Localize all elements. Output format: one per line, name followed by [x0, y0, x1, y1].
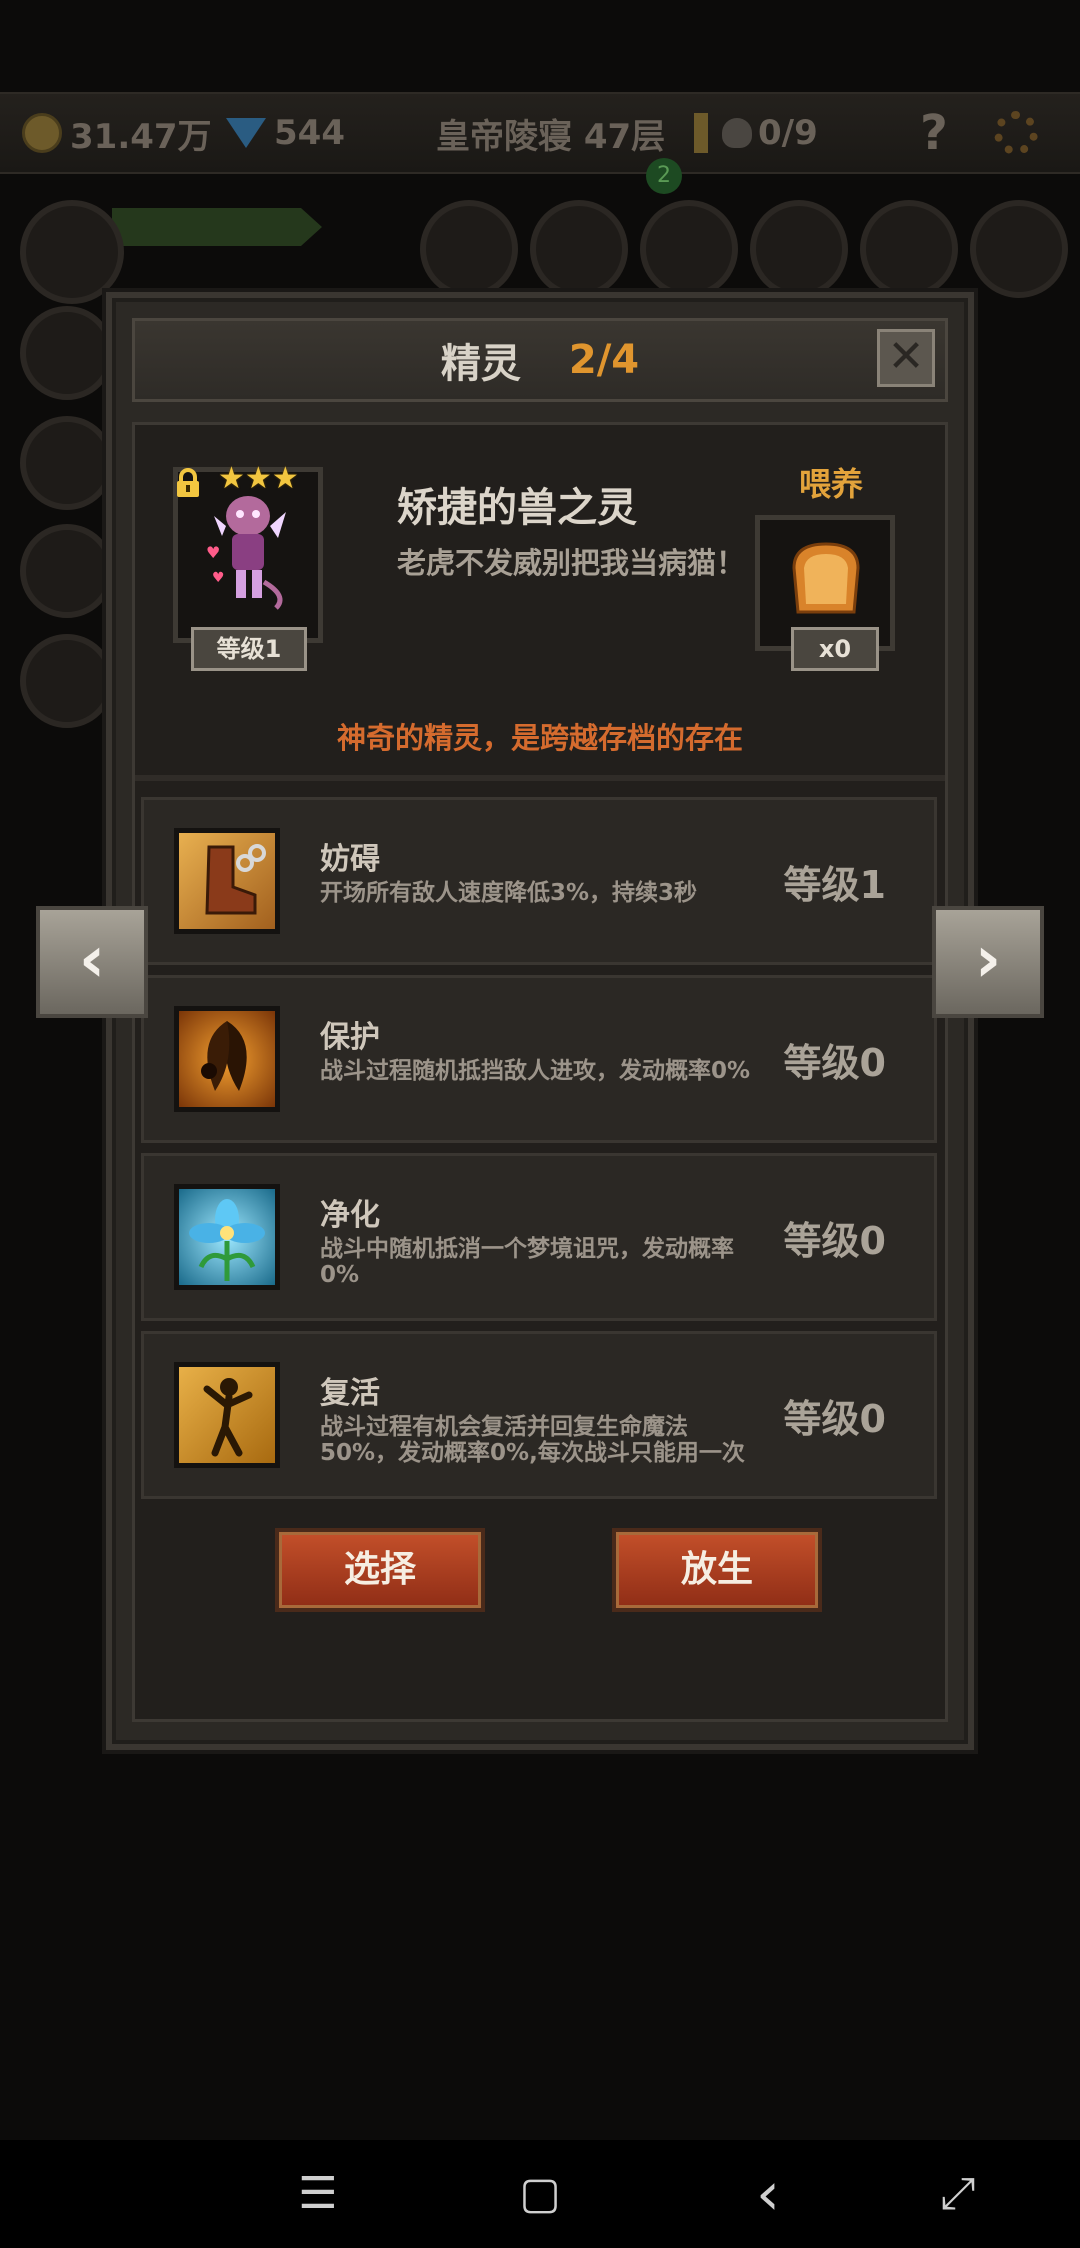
tiger-spirit-icon: ♥ ♥ [206, 496, 286, 610]
prev-spirit-button[interactable]: ‹ [36, 906, 148, 1018]
gold-display: 31.47万 [22, 94, 212, 172]
chain-boot-icon [174, 828, 280, 934]
close-icon: ✕ [887, 331, 925, 382]
back-button[interactable]: ‹ [740, 2164, 796, 2224]
spirit-name: 矫捷的兽之灵 [397, 485, 637, 531]
location-text: 皇帝陵寝 47层 [436, 116, 666, 157]
hero-portrait-2 [20, 306, 114, 400]
star-icon: ★ [244, 461, 272, 496]
settings-gear-icon[interactable] [994, 94, 1038, 172]
skill-row-purify[interactable]: 净化 战斗中随机抵消一个梦境诅咒，发动概率0% 等级0 [141, 1153, 937, 1321]
gem-icon [226, 118, 266, 148]
star-icon: ★ [218, 461, 245, 496]
spirit-count: 2/4 [568, 337, 640, 383]
gem-amount: 544 [274, 113, 345, 153]
fairy-shield-icon [174, 1006, 280, 1112]
skill-name: 妨碍 [320, 842, 380, 877]
home-button[interactable]: ▢ [512, 2166, 568, 2222]
skull-count: 0/9 [758, 113, 818, 153]
skill-level: 等级0 [783, 1219, 886, 1263]
skill-slot-5 [860, 200, 958, 298]
gold-amount: 31.47万 [70, 116, 212, 157]
skill-row-protect[interactable]: 保护 战斗过程随机抵挡敌人进攻，发动概率0% 等级0 [141, 975, 937, 1143]
skill-slot-1 [420, 200, 518, 298]
hero-portrait-4 [20, 524, 114, 618]
spirit-dialog: 精灵 2/4 ✕ ♥ ♥ ★ ★ ★ 等级1 矫捷的兽之灵 老虎不发威别把我当病… [106, 292, 974, 1750]
back-icon: ‹ [756, 2159, 780, 2229]
top-status-bar: 31.47万 544 皇帝陵寝 47层 0/9 ? [0, 92, 1080, 174]
skill-description: 战斗中随机抵消一个梦境诅咒，发动概率0% [320, 1236, 734, 1288]
skill-name: 净化 [320, 1198, 380, 1233]
bread-icon [792, 542, 860, 614]
hero-portrait-1 [20, 200, 124, 304]
skill-level: 等级0 [783, 1397, 886, 1441]
select-button[interactable]: 选择 [275, 1528, 485, 1612]
dialog-content: ♥ ♥ ★ ★ ★ 等级1 矫捷的兽之灵 老虎不发威别把我当病猫！ 喂养 x0 … [132, 422, 948, 1722]
dialog-title: 精灵 [440, 341, 521, 387]
gem-display: 544 [226, 94, 345, 172]
svg-text:♥: ♥ [206, 543, 220, 562]
key-icon [694, 113, 708, 153]
feed-label: 喂养 [799, 465, 864, 503]
expand-icon: ⤢ [940, 2168, 976, 2219]
spirit-description: 老虎不发威别把我当病猫！ [397, 546, 746, 580]
skill-description: 战斗过程随机抵挡敌人进攻，发动概率0% [320, 1058, 751, 1084]
skill-row-hinder[interactable]: 妨碍 开场所有敌人速度降低3%，持续3秒 等级1 [141, 797, 937, 965]
hero-portrait-3 [20, 416, 114, 510]
lock-icon [177, 468, 199, 497]
spirit-notice: 神奇的精灵，是跨越存档的存在 [336, 721, 743, 755]
dialog-title-bar: 精灵 2/4 ✕ [132, 318, 948, 402]
next-spirit-button[interactable]: › [932, 906, 1044, 1018]
skill-slot-3 [640, 200, 738, 298]
chevron-right-icon: › [974, 923, 1002, 997]
skill-name: 保护 [320, 1020, 380, 1055]
star-icon: ★ [271, 461, 299, 496]
release-button[interactable]: 放生 [612, 1528, 822, 1612]
skill-level: 等级1 [783, 863, 886, 907]
svg-text:♥: ♥ [212, 570, 225, 586]
menu-button[interactable]: ☰ [290, 2166, 346, 2222]
help-button[interactable]: ? [920, 94, 948, 172]
skill-slot-6 [970, 200, 1068, 298]
feed-item-count: x0 [791, 627, 879, 671]
help-icon: ? [920, 105, 948, 161]
health-bar [112, 208, 322, 246]
system-nav-bar: ☰ ▢ ‹ ⤢ [0, 2140, 1080, 2248]
section-divider [135, 775, 945, 781]
revive-figure-icon [174, 1362, 280, 1468]
hero-portrait-5 [20, 634, 114, 728]
menu-icon: ☰ [298, 2168, 338, 2219]
skill-name: 复活 [320, 1376, 380, 1411]
blue-flower-icon [174, 1184, 280, 1290]
close-button[interactable]: ✕ [877, 329, 935, 387]
skill-slot-4 [750, 200, 848, 298]
star-rating: ★ ★ ★ [218, 464, 299, 494]
skill-slot-2 [530, 200, 628, 298]
gold-coin-icon [22, 113, 62, 153]
skill-level: 等级0 [783, 1041, 886, 1085]
skull-icon [722, 118, 752, 148]
notification-badge: 2 [646, 158, 682, 194]
skill-description: 战斗过程有机会复活并回复生命魔法50%，发动概率0%,每次战斗只能用一次 [320, 1414, 745, 1466]
home-icon: ▢ [519, 2168, 561, 2219]
skill-description: 开场所有敌人速度降低3%，持续3秒 [320, 880, 698, 906]
spirit-portrait[interactable]: ♥ ♥ ★ ★ ★ [173, 464, 323, 643]
skill-row-revive[interactable]: 复活 战斗过程有机会复活并回复生命魔法50%，发动概率0%,每次战斗只能用一次 … [141, 1331, 937, 1499]
key-skull-display: 0/9 [694, 94, 818, 172]
location-label: 皇帝陵寝 47层 [436, 94, 665, 172]
expand-button[interactable]: ⤢ [930, 2166, 986, 2222]
spirit-level-badge: 等级1 [191, 627, 307, 671]
chevron-left-icon: ‹ [78, 923, 106, 997]
